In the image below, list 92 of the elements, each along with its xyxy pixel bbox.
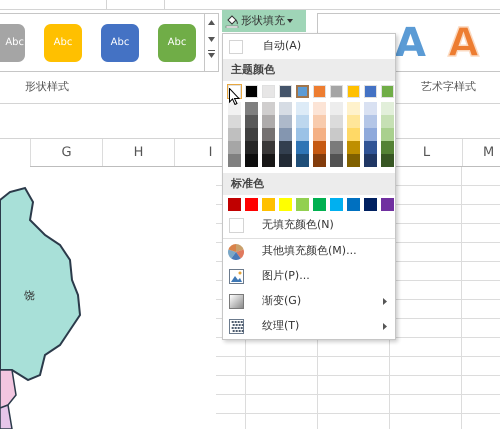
shade-swatch[interactable] — [347, 115, 360, 128]
shade-swatch[interactable] — [279, 141, 292, 154]
shade-swatch[interactable] — [347, 154, 360, 167]
shade-swatch[interactable] — [313, 128, 326, 141]
shade-swatch[interactable] — [262, 115, 275, 128]
shade-swatch[interactable] — [296, 154, 309, 167]
standard-color-swatch[interactable] — [347, 198, 360, 211]
group-label: 艺术字样式 — [421, 79, 476, 96]
shade-swatch[interactable] — [262, 154, 275, 167]
auto-color-item[interactable]: 自动(A) — [223, 34, 395, 59]
empty-swatch-icon — [228, 218, 244, 233]
shade-swatch[interactable] — [313, 115, 326, 128]
shape-style-swatch[interactable]: Abc — [101, 24, 139, 62]
column-header[interactable]: G — [61, 142, 72, 162]
menu-item[interactable]: 无填充颜色(N) — [223, 213, 395, 238]
shade-swatch[interactable] — [279, 128, 292, 141]
submenu-arrow-icon — [383, 323, 387, 330]
standard-color-swatch[interactable] — [279, 198, 292, 211]
standard-color-swatch[interactable] — [364, 198, 377, 211]
shade-swatch[interactable] — [364, 115, 377, 128]
shade-swatch[interactable] — [347, 141, 360, 154]
shade-swatch[interactable] — [313, 102, 326, 115]
shade-swatch[interactable] — [364, 128, 377, 141]
shade-swatch[interactable] — [330, 115, 343, 128]
menu-item[interactable]: 其他填充颜色(M)... — [223, 239, 395, 264]
column-header[interactable]: H — [134, 142, 144, 162]
shade-swatch[interactable] — [381, 115, 394, 128]
paint-bucket-icon — [225, 14, 239, 28]
group-label: 形状样式 — [25, 79, 69, 96]
standard-color-swatch[interactable] — [381, 198, 394, 211]
shape-fill-button[interactable]: 形状填充 — [222, 10, 306, 32]
standard-color-swatch[interactable] — [330, 198, 343, 211]
shade-swatch[interactable] — [245, 141, 258, 154]
shade-swatch[interactable] — [228, 141, 241, 154]
shade-swatch[interactable] — [228, 154, 241, 167]
submenu-arrow-icon — [383, 298, 387, 305]
standard-color-swatch[interactable] — [313, 198, 326, 211]
shade-swatch[interactable] — [279, 115, 292, 128]
menu-item[interactable]: 纹理(T) — [223, 314, 395, 339]
image-icon — [228, 269, 244, 284]
shade-swatch[interactable] — [245, 154, 258, 167]
column-header[interactable]: M — [483, 142, 494, 162]
gradient-icon — [228, 294, 244, 309]
shade-swatch[interactable] — [347, 102, 360, 115]
shade-swatch[interactable] — [381, 128, 394, 141]
scroll-up-icon[interactable] — [208, 20, 215, 25]
expand-gallery-icon[interactable] — [208, 50, 215, 58]
shade-swatch[interactable] — [381, 102, 394, 115]
shade-swatch[interactable] — [262, 128, 275, 141]
shade-swatch[interactable] — [296, 115, 309, 128]
menu-item[interactable]: 图片(P)... — [223, 264, 395, 289]
shade-swatch[interactable] — [364, 141, 377, 154]
shade-swatch[interactable] — [296, 102, 309, 115]
section-header: 标准色 — [231, 176, 264, 192]
shade-swatch[interactable] — [364, 154, 377, 167]
shade-swatch[interactable] — [313, 154, 326, 167]
shade-swatch[interactable] — [330, 128, 343, 141]
shade-swatch[interactable] — [347, 128, 360, 141]
mouse-pointer-icon — [229, 88, 240, 105]
section-header: 主题颜色 — [231, 62, 275, 78]
color-wheel-icon — [228, 244, 244, 260]
standard-color-swatch[interactable] — [228, 198, 241, 211]
shade-swatch[interactable] — [330, 141, 343, 154]
shade-swatch[interactable] — [364, 102, 377, 115]
menu-item[interactable]: 渐变(G) — [223, 289, 395, 314]
standard-color-swatch[interactable] — [245, 198, 258, 211]
shade-swatch[interactable] — [245, 102, 258, 115]
column-header[interactable]: L — [422, 142, 430, 162]
shade-swatch[interactable] — [330, 102, 343, 115]
shade-swatch[interactable] — [296, 128, 309, 141]
shade-swatch[interactable] — [313, 141, 326, 154]
shade-swatch[interactable] — [262, 102, 275, 115]
caret-icon — [287, 19, 293, 23]
map-region-label: 饶 — [24, 288, 35, 304]
scroll-down-icon[interactable] — [208, 37, 215, 42]
column-header[interactable]: I — [208, 142, 212, 162]
shade-swatch[interactable] — [245, 128, 258, 141]
shade-swatch[interactable] — [296, 141, 309, 154]
shade-swatch[interactable] — [228, 115, 241, 128]
shade-swatch[interactable] — [381, 141, 394, 154]
standard-color-swatch[interactable] — [296, 198, 309, 211]
theme-color-swatch[interactable] — [296, 85, 309, 98]
shade-swatch[interactable] — [381, 154, 394, 167]
shade-swatch[interactable] — [279, 154, 292, 167]
shade-swatch[interactable] — [330, 154, 343, 167]
shade-swatch[interactable] — [228, 128, 241, 141]
shade-swatch[interactable] — [245, 115, 258, 128]
shade-swatch[interactable] — [279, 102, 292, 115]
standard-color-swatch[interactable] — [262, 198, 275, 211]
texture-icon — [228, 319, 244, 334]
shade-swatch[interactable] — [228, 102, 241, 115]
shade-swatch[interactable] — [262, 141, 275, 154]
